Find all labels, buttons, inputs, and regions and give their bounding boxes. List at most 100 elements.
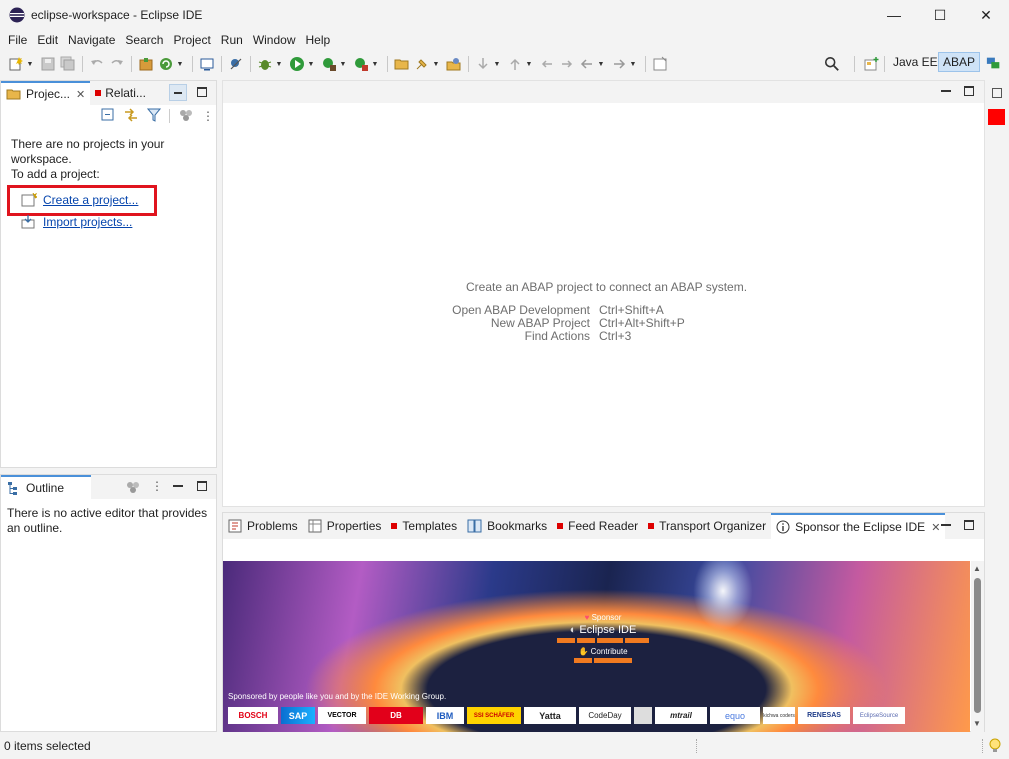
maximize-view-icon[interactable] (964, 520, 974, 530)
close-icon[interactable]: ✕ (76, 88, 85, 101)
minimize-view-icon[interactable] (941, 90, 951, 92)
tab-problems[interactable]: Problems (223, 513, 303, 539)
filter-icon[interactable] (146, 108, 162, 125)
close-button[interactable]: ✕ (963, 0, 1009, 30)
next-annotation-icon[interactable] (475, 56, 491, 72)
tab-feed-reader[interactable]: Feed Reader (552, 513, 643, 539)
pin-dropdown-icon[interactable]: ▼ (432, 56, 440, 72)
run-icon[interactable] (289, 56, 305, 72)
abap-perspective-icon[interactable] (986, 55, 1002, 71)
next-annotation-dropdown-icon[interactable]: ▼ (493, 56, 501, 72)
menu-search[interactable]: Search (120, 30, 168, 50)
debug-dropdown-icon[interactable]: ▼ (275, 56, 283, 72)
refresh-icon[interactable] (158, 56, 174, 72)
marker-red-square[interactable] (988, 109, 1005, 125)
logo-unlabeled[interactable] (634, 707, 652, 724)
scroll-up-icon[interactable]: ▲ (973, 564, 981, 573)
view-menu-icon[interactable]: ⋮ (151, 479, 163, 493)
menu-edit[interactable]: Edit (32, 30, 63, 50)
new-dropdown-icon[interactable]: ▼ (26, 56, 34, 72)
logo-mtrail[interactable]: mtrail (655, 707, 707, 724)
tab-transport-organizer[interactable]: Transport Organizer (643, 513, 771, 539)
view-menu-icon[interactable]: ⋮ (202, 110, 214, 122)
maximize-view-icon[interactable] (197, 481, 207, 491)
skip-breakpoints-icon[interactable] (228, 56, 244, 72)
logo-codeday[interactable]: CodeDay (579, 707, 631, 724)
coverage-dropdown-icon[interactable]: ▼ (339, 56, 347, 72)
back-icon[interactable] (579, 56, 595, 72)
focus-icon[interactable] (125, 479, 141, 498)
forward-dropdown-icon[interactable]: ▼ (629, 56, 637, 72)
external-tools-icon[interactable] (353, 56, 369, 72)
save-all-icon[interactable] (60, 56, 76, 72)
tab-templates[interactable]: Templates (386, 513, 462, 539)
collapse-all-icon[interactable] (101, 108, 115, 125)
forward-icon[interactable] (611, 56, 627, 72)
vertical-scrollbar[interactable]: ▲ ▼ (971, 561, 984, 732)
coverage-icon[interactable] (321, 56, 337, 72)
tab-bookmarks[interactable]: Bookmarks (462, 513, 552, 539)
logo-db[interactable]: DB (369, 707, 423, 724)
logo-equo[interactable]: equo (710, 707, 760, 724)
tab-outline[interactable]: Outline (1, 475, 91, 499)
tab-project-explorer[interactable]: Projec... ✕ (1, 81, 91, 105)
tab-properties[interactable]: Properties (303, 513, 387, 539)
logo-bosch[interactable]: BOSCH (228, 707, 278, 724)
open-type-icon[interactable] (138, 56, 154, 72)
scroll-down-icon[interactable]: ▼ (973, 719, 981, 728)
minimize-view-icon[interactable] (173, 485, 183, 487)
minimize-button[interactable]: — (871, 0, 917, 30)
import-projects-link[interactable]: Import projects... (43, 215, 132, 229)
debug-icon[interactable] (257, 56, 273, 72)
menu-navigate[interactable]: Navigate (63, 30, 120, 50)
refresh-dropdown-icon[interactable]: ▼ (176, 56, 184, 72)
restore-icon[interactable] (992, 88, 1002, 98)
create-project-link[interactable]: Create a project... (43, 193, 138, 207)
tab-relations[interactable]: Relati... (90, 81, 151, 105)
maximize-view-icon[interactable] (964, 86, 974, 96)
search-icon[interactable] (824, 56, 840, 72)
logo-eclipsesource[interactable]: EclipseSource (853, 707, 905, 724)
sponsor-option-button[interactable] (597, 638, 623, 643)
sponsor-option-button[interactable] (557, 638, 575, 643)
logo-yatta[interactable]: Yatta (524, 707, 576, 724)
save-icon[interactable] (40, 56, 56, 72)
sponsor-option-button[interactable] (577, 638, 595, 643)
last-edit-icon[interactable] (539, 56, 555, 72)
minimize-view-icon[interactable] (169, 84, 187, 101)
menu-help[interactable]: Help (301, 30, 336, 50)
undo-icon[interactable] (89, 56, 105, 72)
shortcut-row[interactable]: Find Actions Ctrl+3 (423, 330, 685, 343)
menu-run[interactable]: Run (216, 30, 248, 50)
scrollbar-thumb[interactable] (974, 578, 981, 713)
logo-renesas[interactable]: RENESAS (798, 707, 850, 724)
contribute-option-button[interactable] (594, 658, 632, 663)
new-icon[interactable] (8, 56, 24, 72)
redo-icon[interactable] (109, 56, 125, 72)
focus-icon[interactable] (178, 107, 194, 126)
maximize-view-icon[interactable] (197, 87, 207, 97)
maximize-button[interactable]: ☐ (917, 0, 963, 30)
open-perspective-icon[interactable] (864, 56, 880, 72)
close-icon[interactable]: ✕ (931, 521, 940, 534)
logo-sap[interactable]: SAP (281, 707, 315, 724)
lightbulb-icon[interactable] (988, 738, 1002, 757)
minimize-view-icon[interactable] (941, 524, 951, 526)
pin-editor-icon[interactable] (652, 56, 668, 72)
previous-annotation-dropdown-icon[interactable]: ▼ (525, 56, 533, 72)
menu-project[interactable]: Project (168, 30, 215, 50)
console-icon[interactable] (199, 56, 215, 72)
previous-annotation-icon[interactable] (507, 56, 523, 72)
menu-file[interactable]: File (3, 30, 32, 50)
open-folder-icon[interactable] (394, 56, 410, 72)
logo-vector[interactable]: VECTOR (318, 707, 366, 724)
menu-window[interactable]: Window (248, 30, 301, 50)
sponsor-option-button[interactable] (625, 638, 649, 643)
create-project-link-row[interactable]: Create a project... (21, 193, 138, 207)
import-projects-link-row[interactable]: Import projects... (21, 215, 132, 229)
tab-sponsor[interactable]: Sponsor the Eclipse IDE ✕ (771, 513, 946, 539)
forward-edit-icon[interactable] (559, 56, 575, 72)
open-task-icon[interactable] (446, 56, 462, 72)
back-dropdown-icon[interactable]: ▼ (597, 56, 605, 72)
pin-icon[interactable] (414, 56, 430, 72)
